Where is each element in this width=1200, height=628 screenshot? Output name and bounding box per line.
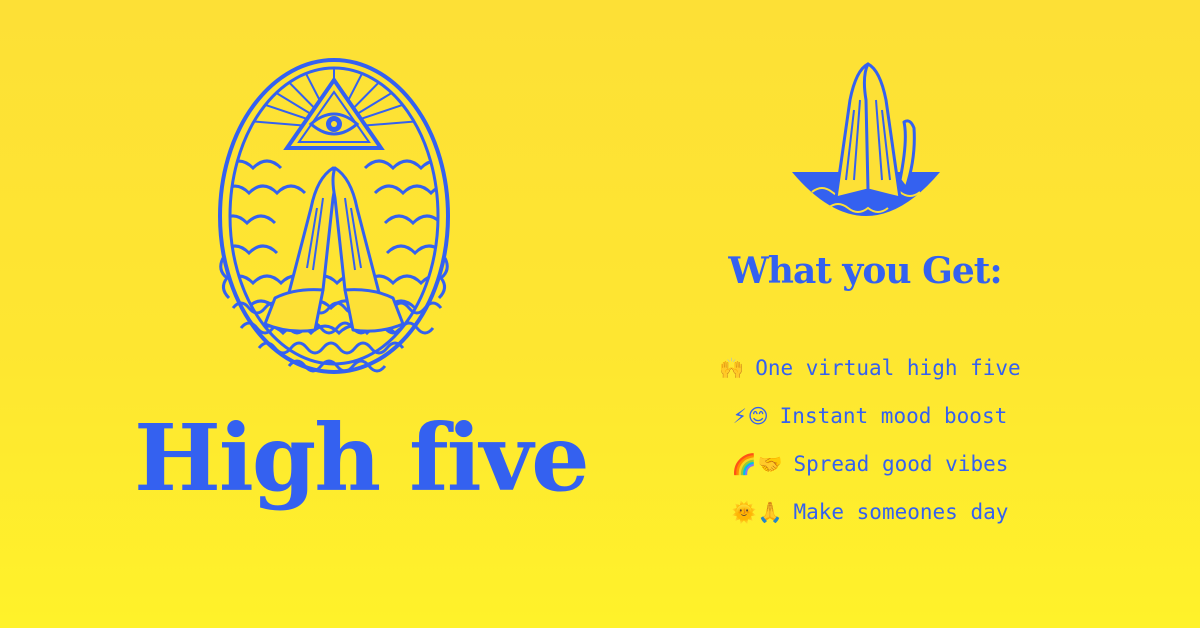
praying-hands-icon [788, 60, 944, 228]
list-item: 🙌 One virtual high five [690, 344, 1050, 392]
benefit-label: Spread good vibes [793, 452, 1009, 476]
benefits-heading: What you Get: [728, 250, 1002, 292]
rainbow-handshake-icon: 🌈🤝 [731, 452, 784, 476]
page-canvas: High five What you Get: 🙌 One virtual hi… [0, 0, 1200, 628]
list-item: ⚡😊 Instant mood boost [690, 392, 1050, 440]
benefit-label: Instant mood boost [779, 404, 1008, 428]
benefit-label: Make someones day [793, 500, 1009, 524]
benefits-list: 🙌 One virtual high five ⚡😊 Instant mood … [690, 344, 1050, 536]
praying-hands-eye-emblem-icon [215, 58, 453, 383]
lightning-smile-icon: ⚡😊 [732, 404, 770, 428]
list-item: 🌈🤝 Spread good vibes [690, 440, 1050, 488]
sun-pray-icon: 🌞🙏 [731, 500, 784, 524]
page-title: High five [134, 404, 590, 512]
benefit-label: One virtual high five [755, 356, 1021, 380]
list-item: 🌞🙏 Make someones day [690, 488, 1050, 536]
raising-hands-icon: 🙌 [719, 356, 746, 380]
